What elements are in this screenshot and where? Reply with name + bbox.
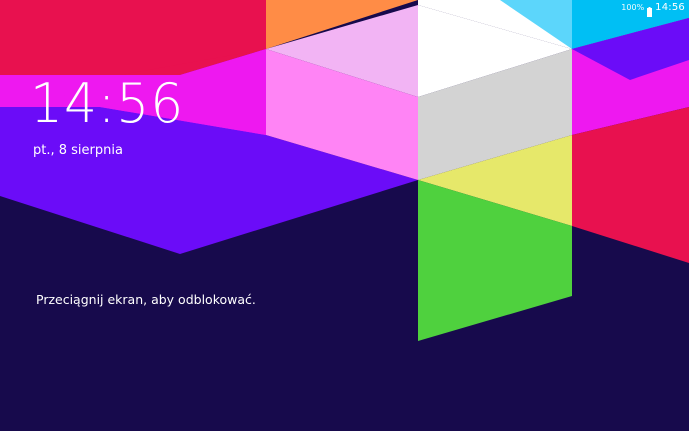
- battery-full-icon: [647, 2, 653, 17]
- battery-percent: 100%: [621, 2, 645, 12]
- geometric-wallpaper: [0, 0, 689, 431]
- status-bar: 100% 14:56: [621, 0, 689, 17]
- lock-screen[interactable]: 100% 14:56 14:56 pt., 8 sierpnia Przecią…: [0, 0, 689, 431]
- unlock-hint: Przeciągnij ekran, aby odblokować.: [36, 292, 256, 307]
- status-clock: 14:56: [655, 1, 685, 13]
- lock-clock: 14:56: [30, 72, 185, 135]
- lock-date: pt., 8 sierpnia: [33, 143, 123, 158]
